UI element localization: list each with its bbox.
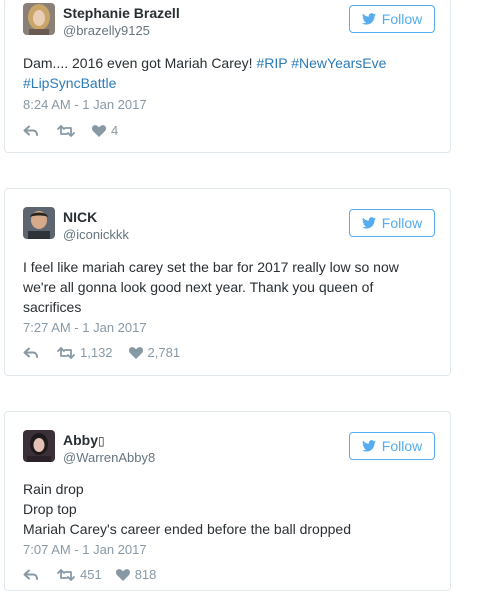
tweet-card: Abby▯ @WarrenAbby8 Follow Rain drop Drop…: [4, 411, 451, 591]
heart-icon: [129, 347, 143, 359]
display-name[interactable]: Stephanie Brazell: [63, 5, 180, 21]
retweet-count: 451: [80, 567, 102, 582]
hashtag-link[interactable]: #RIP: [256, 55, 287, 71]
avatar[interactable]: [23, 3, 55, 35]
tweet-actions: 451 818: [23, 567, 156, 582]
twitter-bird-icon: [362, 217, 376, 229]
tweet-text: I feel like mariah carey set the bar for…: [23, 257, 423, 317]
tweet-actions: 4: [23, 123, 118, 138]
tweet-text-line: I feel like mariah carey set the bar for…: [23, 259, 399, 275]
retweet-button[interactable]: 1,132: [57, 345, 113, 360]
retweet-icon: [57, 125, 75, 137]
reply-icon: [23, 125, 39, 137]
like-count: 2,781: [147, 345, 181, 360]
retweet-icon: [57, 347, 75, 359]
user-handle[interactable]: @WarrenAbby8: [63, 450, 155, 465]
tweet-text-line: we're all gonna look good next year. Tha…: [23, 279, 374, 295]
heart-icon: [92, 125, 106, 137]
user-handle[interactable]: @brazelly9125: [63, 23, 150, 38]
reply-icon: [23, 569, 39, 581]
like-button[interactable]: 4: [92, 123, 118, 138]
follow-button[interactable]: Follow: [349, 209, 435, 237]
heart-icon: [116, 569, 130, 581]
reply-button[interactable]: [23, 125, 39, 137]
tweet-text-line: Drop top: [23, 501, 77, 517]
follow-label: Follow: [381, 215, 423, 231]
follow-label: Follow: [381, 438, 423, 454]
hashtag-link[interactable]: #NewYearsEve: [291, 55, 386, 71]
display-name[interactable]: NICK: [63, 209, 97, 225]
follow-button[interactable]: Follow: [349, 432, 435, 460]
reply-icon: [23, 347, 39, 359]
twitter-bird-icon: [362, 440, 376, 452]
hashtag-link[interactable]: #LipSyncBattle: [23, 75, 116, 91]
tweet-text-line: Mariah Carey's career ended before the b…: [23, 521, 351, 537]
tweet-text-line: sacrifices: [23, 299, 82, 315]
like-button[interactable]: 2,781: [129, 345, 181, 360]
display-name[interactable]: Abby▯: [63, 432, 105, 448]
tweet-text: Rain drop Drop top Mariah Carey's career…: [23, 479, 423, 539]
like-button[interactable]: 818: [116, 567, 157, 582]
reply-button[interactable]: [23, 347, 39, 359]
retweet-button[interactable]: [57, 125, 80, 137]
like-count: 818: [134, 567, 157, 582]
twitter-bird-icon: [362, 13, 376, 25]
reply-button[interactable]: [23, 569, 39, 581]
tweet-text-line: Rain drop: [23, 481, 84, 497]
timestamp[interactable]: 7:27 AM - 1 Jan 2017: [23, 320, 147, 335]
retweet-button[interactable]: 451: [57, 567, 102, 582]
like-count: 4: [111, 123, 119, 138]
display-name-text: Abby: [63, 432, 98, 448]
avatar[interactable]: [23, 207, 55, 239]
tweet-text-plain: Dam.... 2016 even got Mariah Carey!: [23, 55, 253, 71]
tweet-card: NICK @iconickkk Follow I feel like maria…: [4, 188, 451, 376]
follow-button[interactable]: Follow: [349, 5, 435, 33]
avatar[interactable]: [23, 430, 55, 462]
follow-label: Follow: [381, 11, 423, 27]
timestamp[interactable]: 8:24 AM - 1 Jan 2017: [23, 97, 147, 112]
tweet-card: Stephanie Brazell @brazelly9125 Follow D…: [4, 0, 451, 153]
retweet-icon: [57, 569, 75, 581]
tweet-actions: 1,132 2,781: [23, 345, 180, 360]
timestamp[interactable]: 7:07 AM - 1 Jan 2017: [23, 542, 147, 557]
user-handle[interactable]: @iconickkk: [63, 227, 129, 242]
retweet-count: 1,132: [80, 345, 113, 360]
display-name-emoji: ▯: [98, 434, 105, 448]
tweet-text: Dam.... 2016 even got Mariah Carey! #RIP…: [23, 53, 423, 93]
